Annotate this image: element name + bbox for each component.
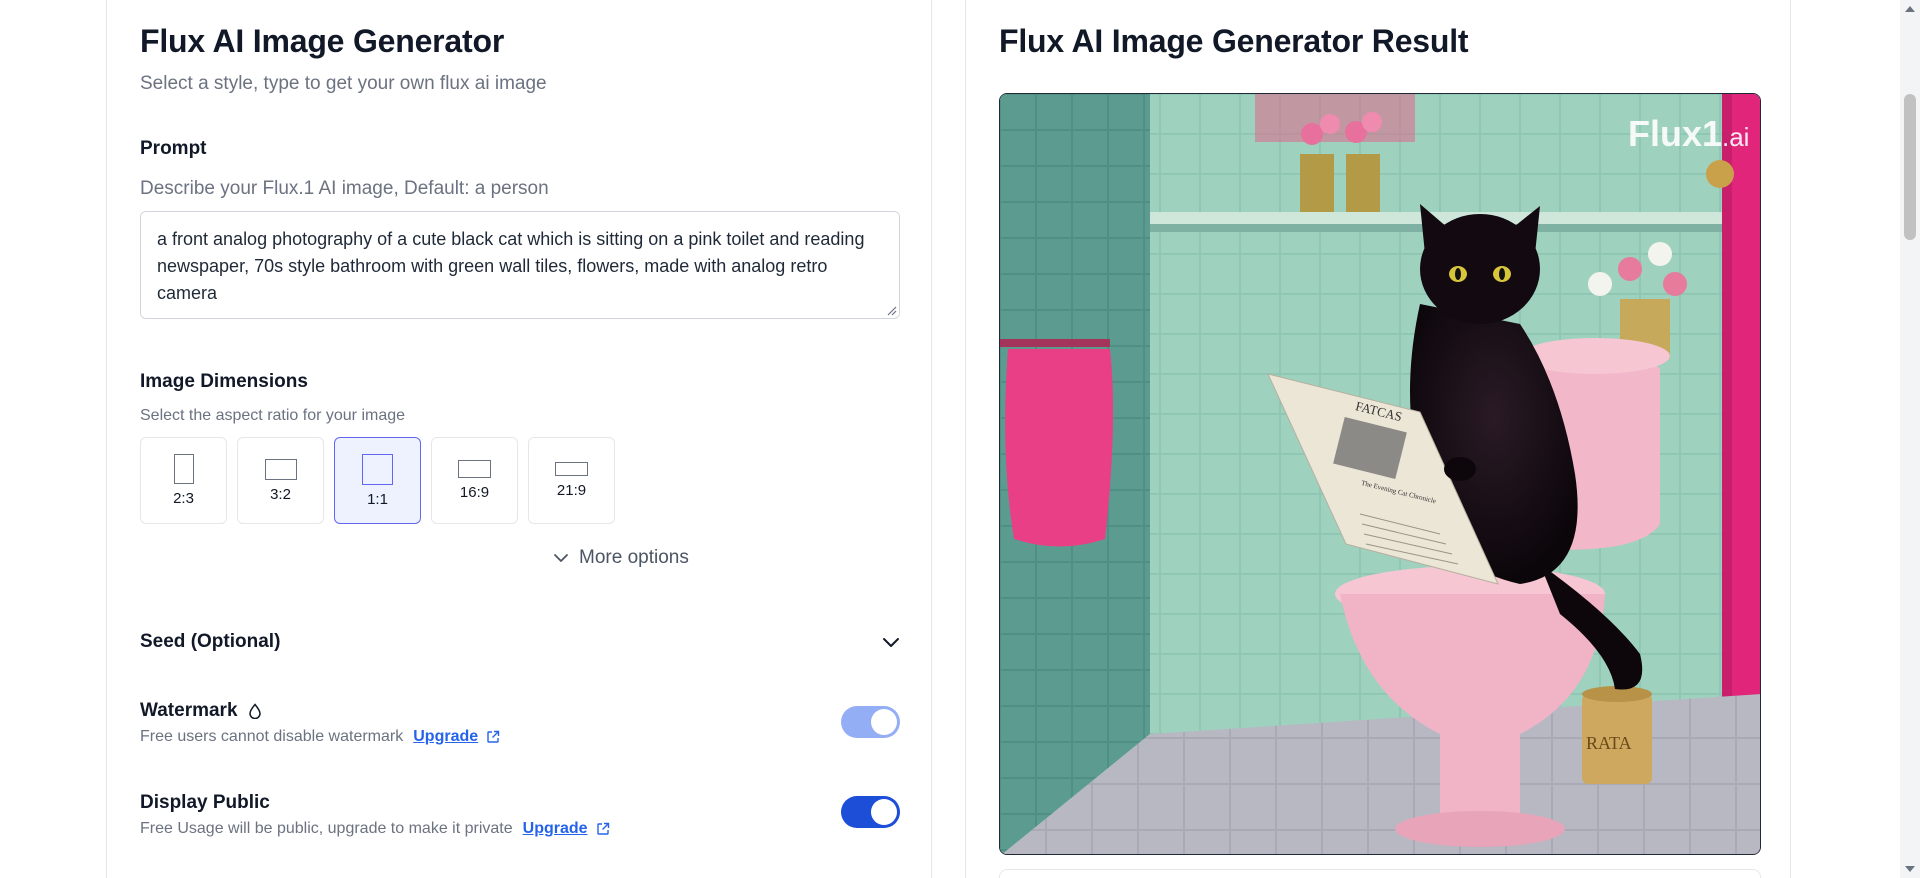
prompt-textarea[interactable]: a front analog photography of a cute bla… bbox=[140, 211, 900, 319]
prompt-hint: Describe your Flux.1 AI image, Default: … bbox=[140, 178, 549, 199]
brand-watermark-suffix: .ai bbox=[1722, 122, 1749, 152]
generated-image-artwork: RATA FATCAS The Evening Cat Chronicle Fl… bbox=[1000, 94, 1760, 854]
display-public-description: Free Usage will be public, upgrade to ma… bbox=[140, 820, 513, 837]
aspect-ratio-label: 1:1 bbox=[367, 490, 388, 508]
toggle-knob bbox=[871, 799, 897, 825]
display-public-setting: Display Public Free Usage will be public… bbox=[140, 792, 900, 838]
landscape-shape-icon bbox=[264, 458, 297, 480]
upgrade-link-label: Upgrade bbox=[522, 820, 588, 837]
aspect-ratio-2-3-button[interactable]: 2:3 bbox=[140, 437, 227, 524]
more-options-label: More options bbox=[579, 547, 689, 568]
prompt-label: Prompt bbox=[140, 138, 207, 159]
scroll-up-icon[interactable] bbox=[1904, 4, 1916, 14]
generated-image[interactable]: RATA FATCAS The Evening Cat Chronicle Fl… bbox=[999, 93, 1761, 855]
result-title: Flux AI Image Generator Result bbox=[999, 23, 1469, 59]
chevron-down-icon bbox=[554, 554, 568, 562]
resize-handle-icon[interactable] bbox=[885, 304, 897, 316]
aspect-ratio-label: 2:3 bbox=[173, 490, 194, 507]
scroll-down-icon[interactable] bbox=[1904, 864, 1916, 874]
watermark-label: Watermark bbox=[140, 700, 238, 721]
aspect-ratio-21-9-button[interactable]: 21:9 bbox=[528, 437, 615, 524]
ultrawide-shape-icon bbox=[555, 462, 588, 476]
aspect-ratio-16-9-button[interactable]: 16:9 bbox=[431, 437, 518, 524]
seed-label: Seed (Optional) bbox=[140, 631, 281, 652]
image-dimensions-label: Image Dimensions bbox=[140, 371, 308, 392]
watermark-setting: Watermark Free users cannot disable wate… bbox=[140, 700, 900, 746]
portrait-shape-icon bbox=[173, 454, 194, 484]
more-options-button[interactable]: More options bbox=[553, 547, 689, 569]
aspect-ratio-group: 2:3 3:2 1:1 16:9 21:9 bbox=[140, 437, 615, 524]
display-public-label: Display Public bbox=[140, 792, 270, 813]
generator-form-panel: Flux AI Image Generator Select a style, … bbox=[106, 0, 932, 878]
result-panel: Flux AI Image Generator Result RATA FATC… bbox=[965, 0, 1791, 878]
external-link-icon bbox=[487, 730, 500, 743]
brand-watermark: Flux1 bbox=[1628, 113, 1722, 154]
scroll-thumb[interactable] bbox=[1904, 94, 1916, 240]
droplet-icon bbox=[248, 703, 261, 719]
upgrade-link-label: Upgrade bbox=[413, 728, 479, 745]
toggle-knob bbox=[871, 709, 897, 735]
external-link-icon bbox=[596, 822, 609, 835]
page-subtitle: Select a style, type to get your own flu… bbox=[140, 73, 547, 94]
page-title: Flux AI Image Generator bbox=[140, 23, 505, 59]
widescreen-shape-icon bbox=[458, 460, 491, 478]
seed-accordion[interactable]: Seed (Optional) bbox=[140, 627, 900, 657]
display-public-upgrade-link[interactable]: Upgrade bbox=[523, 820, 610, 838]
square-shape-icon bbox=[362, 453, 393, 485]
watermark-upgrade-link[interactable]: Upgrade bbox=[413, 728, 500, 746]
page-scrollbar[interactable] bbox=[1900, 0, 1920, 878]
watermark-toggle[interactable] bbox=[841, 706, 900, 738]
next-card bbox=[999, 869, 1761, 878]
image-dimensions-hint: Select the aspect ratio for your image bbox=[140, 407, 406, 424]
page: Flux AI Image Generator Select a style, … bbox=[0, 0, 1920, 878]
display-public-toggle[interactable] bbox=[841, 796, 900, 828]
aspect-ratio-label: 3:2 bbox=[270, 485, 291, 503]
aspect-ratio-1-1-button[interactable]: 1:1 bbox=[334, 437, 421, 524]
chevron-down-icon bbox=[883, 637, 899, 647]
watermark-description: Free users cannot disable watermark bbox=[140, 728, 404, 745]
aspect-ratio-label: 16:9 bbox=[459, 484, 490, 501]
aspect-ratio-3-2-button[interactable]: 3:2 bbox=[237, 437, 324, 524]
aspect-ratio-label: 21:9 bbox=[556, 482, 587, 499]
can-label-text: RATA bbox=[1586, 733, 1632, 753]
